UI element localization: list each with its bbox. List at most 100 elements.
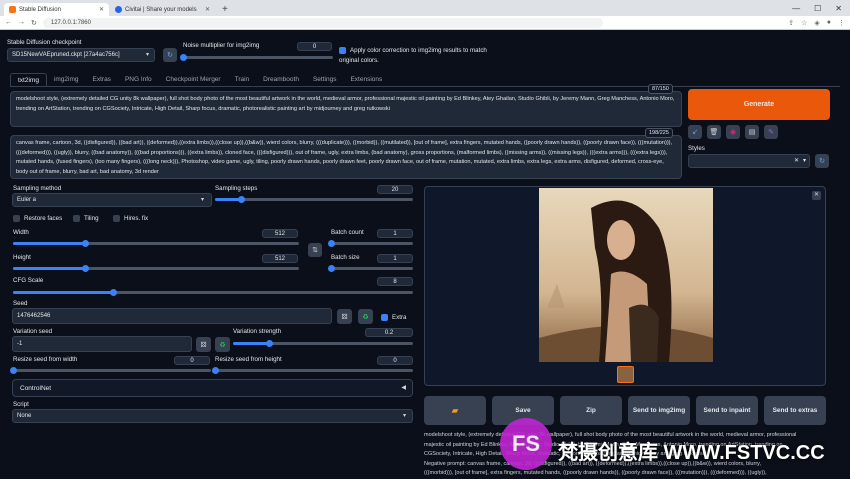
zip-button[interactable]: Zip [560, 396, 622, 425]
tab-train[interactable]: Train [228, 73, 257, 87]
caret-left-icon: ◀ [401, 385, 406, 391]
variation-seed-input[interactable]: -1 [12, 336, 192, 352]
tab-extensions[interactable]: Extensions [343, 73, 389, 87]
close-icon[interactable]: ✕ [99, 6, 104, 13]
tab-extras[interactable]: Extras [86, 73, 118, 87]
swap-dimensions-icon[interactable]: ⇅ [308, 243, 322, 257]
read-params-icon[interactable]: ↙ [688, 125, 702, 139]
prompt-token-counter: 87/150 [648, 84, 673, 94]
random-seed-dice-icon[interactable]: ⚄ [337, 309, 352, 324]
resize-width-value[interactable]: 0 [174, 356, 210, 365]
info-line: (((morbid))), [out of frame], extra fing… [424, 470, 767, 476]
tab-img2img[interactable]: img2img [47, 73, 86, 87]
resize-height-value[interactable]: 0 [377, 356, 413, 365]
resize-width-slider[interactable] [10, 367, 211, 374]
checkbox-icon[interactable] [113, 215, 120, 222]
noise-value[interactable]: 0 [297, 42, 332, 51]
styles-refresh-icon[interactable]: ↻ [815, 154, 829, 168]
height-value[interactable]: 512 [262, 254, 298, 263]
sampling-steps-slider[interactable] [215, 196, 413, 203]
chevron-down-icon: ▾ [146, 52, 150, 58]
checkbox-icon[interactable] [339, 46, 346, 54]
negative-prompt-textarea[interactable]: canvas frame, cartoon, 3d, ((disfigured)… [10, 135, 682, 179]
sampling-method-select[interactable]: Euler a [12, 193, 212, 207]
resize-width-label: Resize seed from width [13, 356, 78, 363]
trash-icon[interactable]: 🗑 [707, 125, 721, 139]
menu-icon[interactable]: ⋮ [838, 19, 845, 27]
checkbox-icon[interactable] [73, 215, 80, 222]
forward-icon[interactable]: → [18, 19, 25, 26]
controlnet-label: ControlNet [20, 385, 52, 392]
width-label: Width [13, 229, 29, 236]
checkpoint-select[interactable]: SD15NewVAEpruned.ckpt [27a4ac756c] [7, 48, 155, 62]
tab-dreambooth[interactable]: Dreambooth [256, 73, 306, 87]
star-icon[interactable]: ☆ [801, 19, 807, 27]
tab-checkpoint-merger[interactable]: Checkpoint Merger [159, 73, 228, 87]
refresh-icon[interactable]: ↻ [163, 48, 177, 62]
seed-input[interactable]: 1476462546 [12, 308, 332, 324]
browser-tab-stable-diffusion[interactable]: Stable Diffusion ✕ [4, 3, 109, 16]
share-icon[interactable]: ⇪ [788, 19, 794, 27]
url-input[interactable]: 127.0.0.1:7860 [42, 17, 603, 28]
color-correction-checkbox[interactable]: Apply color correction to img2img result… [339, 46, 489, 66]
color-correction-label: Apply color correction to img2img result… [339, 47, 487, 64]
generated-image[interactable] [539, 188, 713, 362]
script-label: Script [13, 401, 29, 408]
gallery-close-icon[interactable]: ✕ [812, 191, 821, 200]
checkpoint-label: Stable Diffusion checkpoint [7, 39, 82, 46]
width-value[interactable]: 512 [262, 229, 298, 238]
noise-slider[interactable] [180, 54, 333, 61]
send-to-inpaint-button[interactable]: Send to inpaint [696, 396, 758, 425]
window-close-icon[interactable]: ✕ [835, 2, 842, 16]
extension-icon[interactable]: ◈ [814, 19, 819, 27]
clear-icon[interactable]: ✕ [794, 157, 799, 164]
back-icon[interactable]: ← [5, 19, 12, 26]
extra-checkbox[interactable]: Extra [381, 314, 406, 321]
folder-icon[interactable]: ▰ [424, 396, 486, 425]
maximize-icon[interactable]: ☐ [814, 2, 821, 16]
negative-token-counter: 198/225 [645, 128, 673, 138]
width-slider[interactable] [13, 240, 299, 247]
variation-strength-slider[interactable] [233, 340, 413, 347]
height-label: Height [13, 254, 31, 261]
styles-select[interactable]: ✕ ▾ [688, 154, 810, 168]
controlnet-accordion[interactable]: ControlNet ◀ [12, 379, 413, 397]
new-tab-icon[interactable]: + [216, 3, 234, 16]
cfg-scale-value[interactable]: 8 [377, 277, 413, 286]
profile-icon[interactable]: ● [827, 19, 831, 27]
browser-tab-civitai[interactable]: Civitai | Share your models ✕ [110, 3, 215, 16]
tab-txt2img[interactable]: txt2img [10, 73, 47, 87]
checkbox-icon[interactable] [381, 314, 388, 321]
reload-icon[interactable]: ↻ [31, 19, 37, 27]
resize-height-slider[interactable] [212, 367, 413, 374]
height-slider[interactable] [13, 265, 299, 272]
minimize-icon[interactable]: — [792, 2, 800, 16]
variation-strength-value[interactable]: 0.2 [365, 328, 413, 337]
prompt-textarea[interactable]: modelshoot style, (extremely detailed CG… [10, 91, 682, 127]
gallery-thumbnail[interactable] [617, 366, 634, 383]
batch-size-slider[interactable] [328, 265, 413, 272]
send-to-extras-button[interactable]: Send to extras [764, 396, 826, 425]
generate-button[interactable]: Generate [688, 89, 830, 120]
clipboard-icon[interactable]: ▤ [745, 125, 759, 139]
batch-count-slider[interactable] [328, 240, 413, 247]
reuse-seed-recycle-icon[interactable]: ♻ [358, 309, 373, 324]
variation-dice-icon[interactable]: ⚄ [196, 337, 211, 352]
variation-recycle-icon[interactable]: ♻ [215, 337, 230, 352]
close-icon[interactable]: ✕ [205, 6, 210, 13]
restore-faces-label: Restore faces [24, 215, 63, 223]
restore-faces-checkbox[interactable]: Restore faces [13, 215, 62, 222]
save-style-icon[interactable]: ✎ [764, 125, 778, 139]
tiling-checkbox[interactable]: Tiling [73, 215, 99, 222]
send-to-img2img-button[interactable]: Send to img2img [628, 396, 690, 425]
checkbox-icon[interactable] [13, 215, 20, 222]
batch-count-value[interactable]: 1 [377, 229, 413, 238]
cfg-scale-slider[interactable] [13, 289, 413, 296]
hires-fix-checkbox[interactable]: Hires. fix [113, 215, 148, 222]
script-select[interactable]: None [12, 409, 413, 423]
sampling-steps-value[interactable]: 20 [377, 185, 413, 194]
tab-settings[interactable]: Settings [306, 73, 344, 87]
extra-networks-icon[interactable]: ◉ [726, 125, 740, 139]
tab-png-info[interactable]: PNG Info [118, 73, 159, 87]
batch-size-value[interactable]: 1 [377, 254, 413, 263]
